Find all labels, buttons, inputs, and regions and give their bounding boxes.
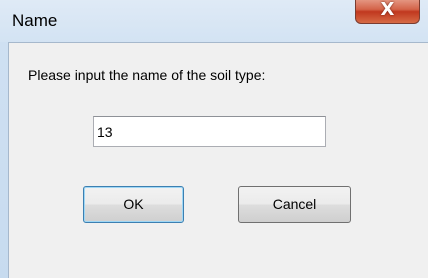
close-button[interactable]: X <box>355 0 420 24</box>
soil-type-name-input[interactable] <box>93 116 326 147</box>
ok-button[interactable]: OK <box>83 186 184 223</box>
cancel-button[interactable]: Cancel <box>238 186 351 223</box>
dialog-body: Please input the name of the soil type: … <box>8 42 428 278</box>
prompt-label: Please input the name of the soil type: <box>28 67 266 83</box>
title-bar[interactable]: Name X <box>0 0 428 42</box>
name-dialog-window: Name X Please input the name of the soil… <box>0 0 428 278</box>
window-title: Name <box>12 11 58 30</box>
close-icon: X <box>380 0 395 20</box>
